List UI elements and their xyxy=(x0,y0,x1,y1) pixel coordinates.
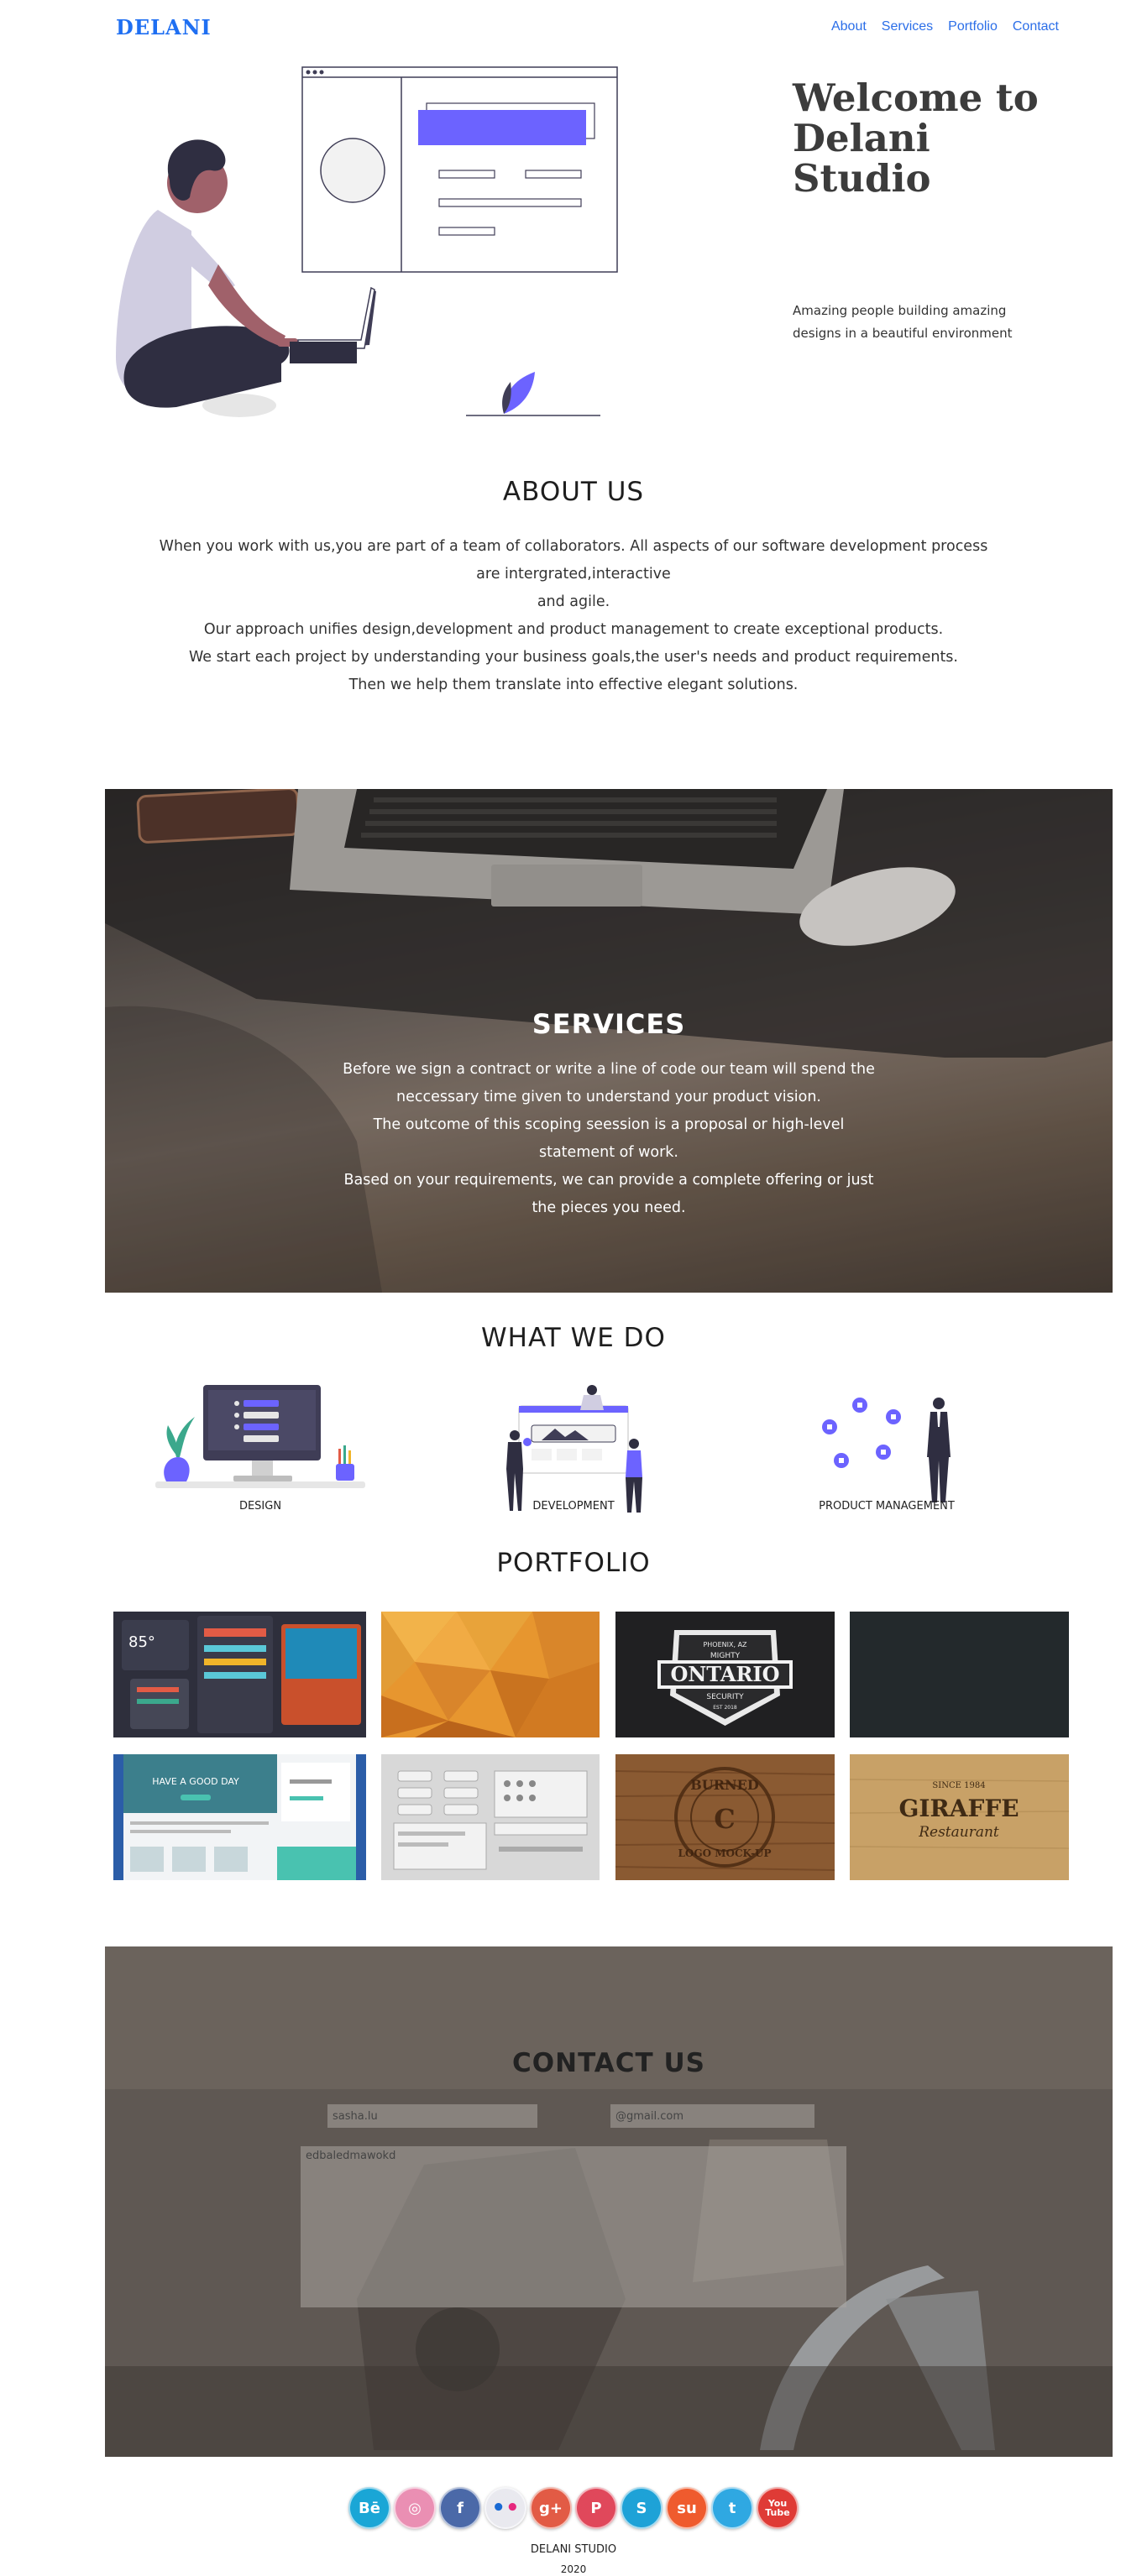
portfolio-image-ui-kit xyxy=(381,1754,600,1880)
flickr-icon[interactable]: • • xyxy=(484,2487,526,2529)
portfolio-item-ui-kit[interactable] xyxy=(381,1754,600,1880)
portfolio-image-orange-poly xyxy=(381,1612,600,1737)
ontario-small-text: MIGHTY xyxy=(710,1652,741,1660)
contact-name-input[interactable] xyxy=(327,2104,537,2128)
about-line: Our approach unifies design,development … xyxy=(203,621,944,638)
about-line: and agile. xyxy=(537,593,610,610)
about-body: When you work with us,you are part of a … xyxy=(151,533,996,699)
services-section: SERVICES Before we sign a contract or wr… xyxy=(105,789,1113,1293)
nav-link-contact[interactable]: Contact xyxy=(1013,19,1059,34)
services-title: SERVICES xyxy=(532,1008,686,1040)
hero-title: Welcome to Delani Studio xyxy=(793,76,1039,201)
dribbble-icon[interactable]: ◎ xyxy=(394,2487,436,2529)
portfolio-image-app-ui: 85° xyxy=(113,1612,366,1737)
nav-link-portfolio[interactable]: Portfolio xyxy=(948,19,998,34)
services-line: Based on your requirements, we can provi… xyxy=(343,1172,874,1216)
ontario-top-text: PHOENIX, AZ xyxy=(703,1641,747,1649)
portfolio-image-ontario-badge: PHOENIX, AZ MIGHTY ONTARIO SECURITY EST … xyxy=(615,1612,835,1737)
contact-message-textarea[interactable]: edbaledmawokd xyxy=(301,2146,846,2307)
pinterest-icon[interactable]: P xyxy=(575,2487,617,2529)
portfolio-item-ontario-badge[interactable]: PHOENIX, AZ MIGHTY ONTARIO SECURITY EST … xyxy=(615,1612,835,1737)
about-line: We start each project by understanding y… xyxy=(188,649,958,666)
portfolio-title: PORTFOLIO xyxy=(496,1548,651,1578)
what-we-do-title: WHAT WE DO xyxy=(481,1323,666,1353)
nav-link-about[interactable]: About xyxy=(831,19,867,34)
about-line: Then we help them translate into effecti… xyxy=(348,677,799,693)
portfolio-image-giraffe-logo: SINCE 1984 GIRAFFE Restaurant xyxy=(850,1754,1069,1880)
services-body: Before we sign a contract or write a lin… xyxy=(336,1056,882,1222)
twitter-icon[interactable]: t xyxy=(711,2487,753,2529)
facebook-icon[interactable]: f xyxy=(439,2487,481,2529)
development-label: DEVELOPMENT xyxy=(532,1500,615,1513)
hero-illustration xyxy=(116,66,618,417)
ontario-sub-text: SECURITY xyxy=(706,1693,744,1701)
contact-title: CONTACT US xyxy=(512,2048,705,2078)
footer-year: 2020 xyxy=(560,2563,587,2575)
day-banner-text: HAVE A GOOD DAY xyxy=(152,1776,239,1787)
contact-section: CONTACT US edbaledmawokd xyxy=(105,1946,1113,2457)
design-label: DESIGN xyxy=(238,1500,282,1513)
nav-links: About Services Portfolio Contact xyxy=(831,19,1059,34)
giraffe-main-text: GIRAFFE xyxy=(898,1795,1019,1822)
giraffe-sub-text: Restaurant xyxy=(918,1824,999,1841)
stumbleupon-icon[interactable]: su xyxy=(666,2487,708,2529)
ontario-main-text: ONTARIO xyxy=(670,1662,779,1686)
giraffe-top-text: SINCE 1984 xyxy=(932,1781,985,1790)
portfolio-item-app-ui[interactable]: 85° xyxy=(113,1612,366,1737)
brand-logo[interactable]: DELANI xyxy=(116,15,212,39)
youtube-icon[interactable]: You Tube xyxy=(757,2487,799,2529)
portfolio-item-burned-logo[interactable]: BURNED C LOGO MOCK-UP xyxy=(615,1754,835,1880)
svg-text:C: C xyxy=(714,1803,735,1835)
google-plus-icon[interactable]: g+ xyxy=(530,2487,572,2529)
services-line: Before we sign a contract or write a lin… xyxy=(343,1061,875,1105)
svg-text:85°: 85° xyxy=(128,1633,155,1651)
services-line: The outcome of this scoping seession is … xyxy=(373,1116,845,1161)
skype-icon[interactable]: S xyxy=(621,2487,663,2529)
portfolio-item-orange-poly[interactable] xyxy=(381,1612,600,1737)
ontario-est-text: EST 2018 xyxy=(713,1705,737,1711)
portfolio-item-website[interactable]: HAVE A GOOD DAY xyxy=(113,1754,366,1880)
navbar: DELANI About Services Portfolio Contact xyxy=(0,0,1147,55)
portfolio-item-dark[interactable] xyxy=(850,1612,1069,1737)
about-title: ABOUT US xyxy=(502,477,645,507)
about-line: When you work with us,you are part of a … xyxy=(159,538,988,583)
hero-subtitle: Amazing people building amazing designs … xyxy=(793,303,1013,341)
portfolio-item-giraffe-logo[interactable]: SINCE 1984 GIRAFFE Restaurant xyxy=(850,1754,1069,1880)
contact-email-input[interactable] xyxy=(610,2104,814,2128)
portfolio-image-website: HAVE A GOOD DAY xyxy=(113,1754,366,1880)
portfolio-image-burned-logo: BURNED C LOGO MOCK-UP xyxy=(615,1754,835,1880)
product-management-label: PRODUCT MANAGEMENT xyxy=(819,1500,955,1513)
footer-studio-name: DELANI STUDIO xyxy=(530,2543,617,2556)
social-links: Bē ◎ f • • g+ P Ssu t You Tube xyxy=(348,2487,799,2529)
logo-mockup-text: LOGO MOCK-UP xyxy=(678,1847,771,1859)
nav-link-services[interactable]: Services xyxy=(882,19,933,34)
behance-icon[interactable]: Bē xyxy=(348,2487,390,2529)
burned-text: BURNED xyxy=(690,1777,759,1793)
